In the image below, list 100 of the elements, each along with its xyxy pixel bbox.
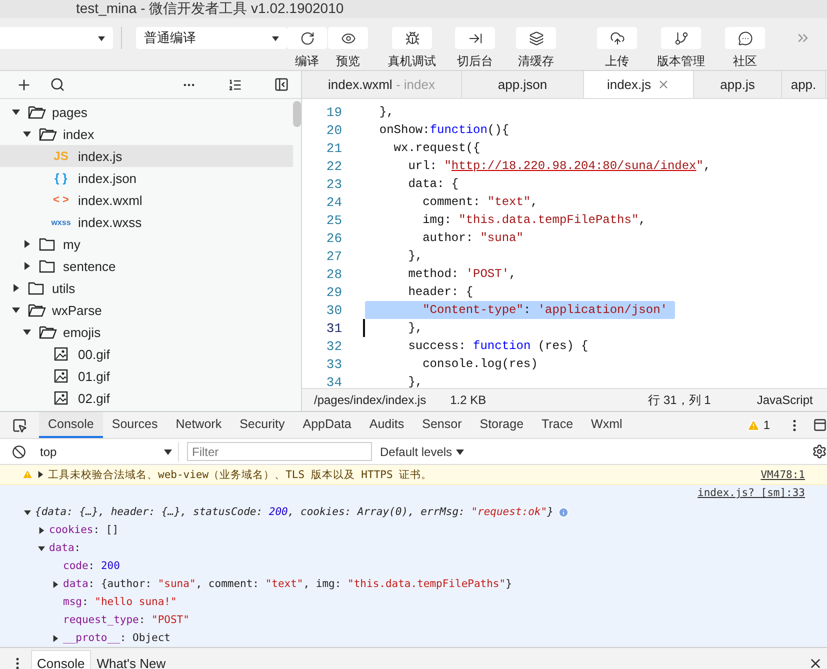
preview-icon <box>340 30 356 46</box>
inspect-icon <box>12 418 27 432</box>
collapse-arrow-icon[interactable] <box>38 544 45 552</box>
source-link[interactable]: VM478:1 <box>760 468 805 480</box>
expand-arrow-icon[interactable] <box>52 634 59 642</box>
editor-tab[interactable]: index.js <box>584 71 694 98</box>
file-tree-item[interactable]: 02.gif <box>0 387 293 409</box>
close-icon[interactable] <box>657 78 670 91</box>
toolbar-label: 清缓存 <box>518 53 554 70</box>
file-tree-item[interactable]: wxParse <box>0 299 293 321</box>
filter-input[interactable]: Filter <box>187 442 372 461</box>
file-tree-item[interactable]: index <box>0 123 293 145</box>
caret-icon[interactable] <box>23 262 31 270</box>
expand-arrow-icon[interactable] <box>38 526 45 534</box>
collapse-arrow-icon[interactable] <box>24 508 31 516</box>
file-path: /pages/index/index.js <box>314 393 426 407</box>
caret-icon[interactable] <box>12 108 20 116</box>
code-line: wx.request({ <box>392 140 480 157</box>
debug-button[interactable] <box>392 27 432 49</box>
caret-icon[interactable] <box>23 130 31 138</box>
file-tree-item[interactable]: sentence <box>0 255 293 277</box>
scrollbar-thumb[interactable] <box>293 101 301 127</box>
caret-icon[interactable] <box>456 448 464 456</box>
caret-icon[interactable] <box>23 240 31 248</box>
settings-button[interactable] <box>812 444 827 459</box>
code-line: data: { <box>407 176 459 193</box>
caret-icon[interactable] <box>164 448 172 456</box>
version-button[interactable] <box>661 27 701 49</box>
inspect-button[interactable] <box>12 418 27 432</box>
devtools-tab[interactable]: Trace <box>532 412 582 438</box>
warning-icon <box>22 469 33 480</box>
file-tree-item[interactable]: 01.gif <box>0 365 293 387</box>
file-tree-item[interactable]: emojis <box>0 321 293 343</box>
background-button[interactable] <box>455 27 495 49</box>
code-line: }, <box>407 320 423 337</box>
caret-icon[interactable] <box>98 34 105 42</box>
devtools-tab[interactable]: Storage <box>470 412 533 438</box>
compile-button[interactable] <box>287 27 327 49</box>
code-line: console.log(res) <box>422 356 538 373</box>
devtools-tab[interactable]: Sensor <box>413 412 471 438</box>
caret-icon[interactable] <box>23 328 31 336</box>
community-icon <box>738 30 752 46</box>
caret-icon[interactable] <box>12 284 20 292</box>
devtools-tab[interactable]: Network <box>166 412 231 438</box>
devtools-tab[interactable]: Audits <box>360 412 414 438</box>
file-tree-item[interactable]: JS index.js <box>0 145 293 167</box>
close-button[interactable] <box>808 656 823 669</box>
dock-button[interactable] <box>813 418 827 432</box>
devtools-tab[interactable]: Wxml <box>582 412 632 438</box>
file-tree-item[interactable]: pages <box>0 101 293 123</box>
console-value: msg: "hello suna!" <box>63 596 177 608</box>
toolbar-label: 切后台 <box>457 53 493 70</box>
file-tree-item[interactable]: 00.gif <box>0 343 293 365</box>
code-line: img: "this.data.tempFilePaths", <box>422 212 646 229</box>
devtools-tab[interactable]: Console <box>39 412 103 438</box>
line-number: 27 <box>325 248 342 264</box>
code-line: header: { <box>407 284 474 301</box>
code-line: onShow:function(){ <box>378 122 510 139</box>
devtools-tab[interactable]: AppData <box>294 412 360 438</box>
devtools-tab[interactable]: Security <box>230 412 294 438</box>
line-number: 30 <box>325 302 342 318</box>
line-number: 32 <box>325 338 342 354</box>
collapse-panel-button[interactable] <box>274 77 289 92</box>
expand-arrow-icon[interactable] <box>52 580 59 588</box>
expand-arrow-icon[interactable] <box>37 471 44 478</box>
caret-icon[interactable] <box>272 34 279 42</box>
file-tree-item[interactable]: wxss index.wxss <box>0 211 293 233</box>
cache-button[interactable] <box>516 27 556 49</box>
preview-button[interactable] <box>328 27 368 49</box>
upload-button[interactable] <box>597 27 637 49</box>
plus-icon <box>16 76 32 92</box>
console-value: cookies: [] <box>49 524 119 536</box>
community-button[interactable] <box>725 27 765 49</box>
console-value: data: <box>49 542 81 554</box>
caret-icon[interactable] <box>12 306 20 314</box>
file-size: 1.2 KB <box>450 393 486 407</box>
window-title: test_mina - 微信开发者工具 v1.02.1902010 <box>76 0 344 18</box>
file-tree-item[interactable]: my <box>0 233 293 255</box>
context-dropdown[interactable]: top <box>34 442 179 462</box>
drawer-tab[interactable]: Console <box>31 650 91 669</box>
folder-icon <box>39 237 57 251</box>
file-tree-item[interactable]: { } index.json <box>0 167 293 189</box>
sort-button[interactable] <box>228 78 242 92</box>
search-button[interactable] <box>50 77 65 92</box>
toolbar-label: 预览 <box>336 53 360 70</box>
devtools-tab[interactable]: Sources <box>102 412 167 438</box>
compile-mode-dropdown[interactable]: 普通编译 <box>136 27 287 49</box>
file-type-icon: < > <box>50 194 72 206</box>
toolbar-label: 上传 <box>605 53 629 70</box>
source-link[interactable]: index.js? [sm]:33 <box>698 487 805 503</box>
file-tree-item[interactable]: < > index.wxml <box>0 189 293 211</box>
debug-icon <box>404 30 420 46</box>
cursor-position: 行 31，列 1 <box>648 392 711 408</box>
toolbar-label: 真机调试 <box>388 53 436 70</box>
drawer-tab[interactable]: What's New <box>90 650 172 669</box>
code-line: author: "suna" <box>422 230 524 247</box>
add-button[interactable] <box>16 76 32 92</box>
clear-console-button[interactable] <box>12 444 26 458</box>
file-tree-item[interactable]: utils <box>0 277 293 299</box>
levels-dropdown[interactable]: Default levels <box>380 444 464 458</box>
